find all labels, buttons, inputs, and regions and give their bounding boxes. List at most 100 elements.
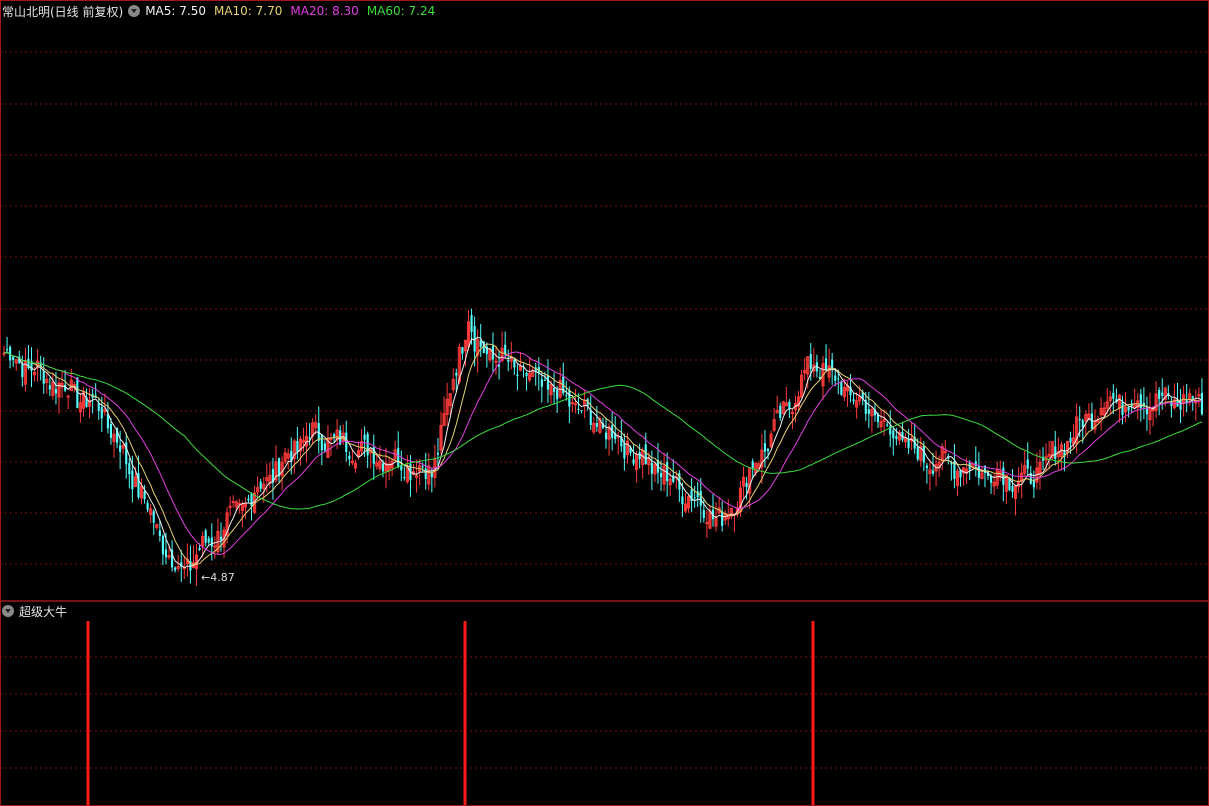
- candle-body-down[interactable]: [54, 389, 58, 394]
- candle-body-up[interactable]: [66, 395, 70, 398]
- kline-chart[interactable]: [0, 0, 1209, 806]
- candle-body-down[interactable]: [1170, 401, 1173, 407]
- candlesticks[interactable]: [2, 308, 1204, 586]
- candle-body-down[interactable]: [348, 455, 351, 460]
- candle-body-down[interactable]: [164, 549, 168, 558]
- candle-body-down[interactable]: [366, 433, 369, 456]
- candle-body-down[interactable]: [470, 314, 473, 332]
- candle-body-down[interactable]: [332, 434, 336, 437]
- candle-body-down[interactable]: [699, 491, 702, 506]
- candle-body-down[interactable]: [513, 359, 516, 368]
- candle-body-down[interactable]: [1054, 446, 1057, 459]
- candle-body-down[interactable]: [48, 385, 51, 390]
- candle-body-down[interactable]: [198, 547, 201, 550]
- candle-body-down[interactable]: [323, 443, 326, 451]
- candle-body-down[interactable]: [42, 371, 45, 384]
- candle-body-up[interactable]: [573, 403, 578, 406]
- candle-body-down[interactable]: [1158, 389, 1161, 399]
- candle-body-down[interactable]: [565, 394, 568, 396]
- candle-body-down[interactable]: [146, 502, 149, 510]
- candle-body-down[interactable]: [892, 430, 895, 439]
- candle-body-down[interactable]: [128, 463, 131, 475]
- candle-body-down[interactable]: [1127, 406, 1130, 411]
- candle-body-down[interactable]: [837, 378, 840, 380]
- candle-body-down[interactable]: [12, 356, 15, 360]
- candle-body-down[interactable]: [320, 434, 323, 451]
- candle-body-down[interactable]: [779, 405, 782, 418]
- candle-body-down[interactable]: [507, 359, 510, 362]
- candle-body-down[interactable]: [424, 468, 427, 479]
- candle-body-down[interactable]: [922, 445, 925, 463]
- candle-body-down[interactable]: [397, 447, 400, 467]
- candle-body-up[interactable]: [570, 402, 574, 405]
- candle-body-down[interactable]: [1161, 392, 1164, 397]
- candle-body-up[interactable]: [213, 545, 217, 548]
- stock-title[interactable]: 常山北明(日线 前复权): [2, 3, 123, 20]
- candle-body-down[interactable]: [886, 424, 889, 426]
- candle-body-down[interactable]: [540, 379, 543, 387]
- candle-body-down[interactable]: [381, 463, 385, 472]
- candle-body-down[interactable]: [363, 434, 366, 440]
- candle-body-down[interactable]: [916, 447, 919, 460]
- candle-body-down[interactable]: [131, 470, 134, 490]
- candle-body-down[interactable]: [204, 530, 207, 543]
- candle-body-down[interactable]: [1200, 392, 1204, 415]
- candle-body-up[interactable]: [237, 502, 241, 505]
- candle-body-down[interactable]: [461, 347, 464, 354]
- candle-body-down[interactable]: [604, 432, 608, 440]
- candle-body-down[interactable]: [1032, 480, 1035, 488]
- candle-body-down[interactable]: [824, 358, 828, 371]
- candle-body-down[interactable]: [721, 511, 724, 526]
- candle-body-down[interactable]: [1078, 419, 1081, 421]
- candle-body-down[interactable]: [1069, 437, 1072, 443]
- candle-body-down[interactable]: [834, 375, 837, 381]
- candle-body-down[interactable]: [1026, 459, 1029, 469]
- candle-body-down[interactable]: [659, 472, 663, 478]
- candle-body-down[interactable]: [421, 466, 424, 468]
- candle-body-down[interactable]: [1191, 396, 1194, 399]
- candle-body-down[interactable]: [207, 538, 210, 543]
- candle-body-down[interactable]: [296, 441, 299, 452]
- candle-body-down[interactable]: [763, 443, 767, 452]
- candle-body-down[interactable]: [577, 409, 580, 411]
- candle-body-down[interactable]: [219, 536, 223, 540]
- candle-body-down[interactable]: [556, 389, 559, 400]
- candle-body-down[interactable]: [97, 403, 100, 411]
- candle-body-down[interactable]: [623, 443, 626, 459]
- candle-body-down[interactable]: [650, 462, 653, 474]
- settings-dropdown-icon[interactable]: [128, 5, 141, 17]
- candle-body-down[interactable]: [100, 407, 103, 419]
- candle-body-down[interactable]: [977, 466, 980, 478]
- candle-body-down[interactable]: [247, 498, 250, 501]
- candle-body-down[interactable]: [119, 445, 122, 452]
- candle-body-down[interactable]: [895, 436, 898, 439]
- candle-body-down[interactable]: [158, 530, 161, 536]
- candle-body-up[interactable]: [790, 412, 795, 415]
- candle-body-down[interactable]: [907, 439, 910, 449]
- candle-body-down[interactable]: [766, 448, 770, 452]
- candle-body-down[interactable]: [174, 567, 177, 571]
- candle-body-down[interactable]: [809, 354, 812, 369]
- candle-body-down[interactable]: [681, 496, 684, 505]
- candle-body-down[interactable]: [455, 372, 458, 376]
- candle-body-down[interactable]: [546, 375, 550, 390]
- candle-body-down[interactable]: [1081, 420, 1084, 428]
- candle-body-up[interactable]: [705, 522, 709, 525]
- candle-body-down[interactable]: [931, 470, 935, 474]
- candle-body-down[interactable]: [543, 379, 546, 381]
- candle-body-down[interactable]: [210, 537, 213, 547]
- candle-body-down[interactable]: [840, 381, 843, 395]
- candle-body-down[interactable]: [867, 409, 870, 414]
- candle-body-down[interactable]: [1011, 486, 1014, 492]
- candle-body-down[interactable]: [436, 452, 440, 455]
- candle-body-down[interactable]: [516, 374, 519, 376]
- candle-body-down[interactable]: [638, 452, 641, 460]
- candle-body-up[interactable]: [228, 505, 232, 508]
- candle-body-down[interactable]: [259, 481, 262, 489]
- candle-body-down[interactable]: [109, 423, 113, 438]
- candle-body-down[interactable]: [479, 340, 482, 347]
- candle-body-down[interactable]: [925, 465, 928, 469]
- candle-body-up[interactable]: [231, 500, 235, 503]
- candle-body-down[interactable]: [403, 477, 406, 479]
- candle-body-down[interactable]: [1112, 392, 1115, 399]
